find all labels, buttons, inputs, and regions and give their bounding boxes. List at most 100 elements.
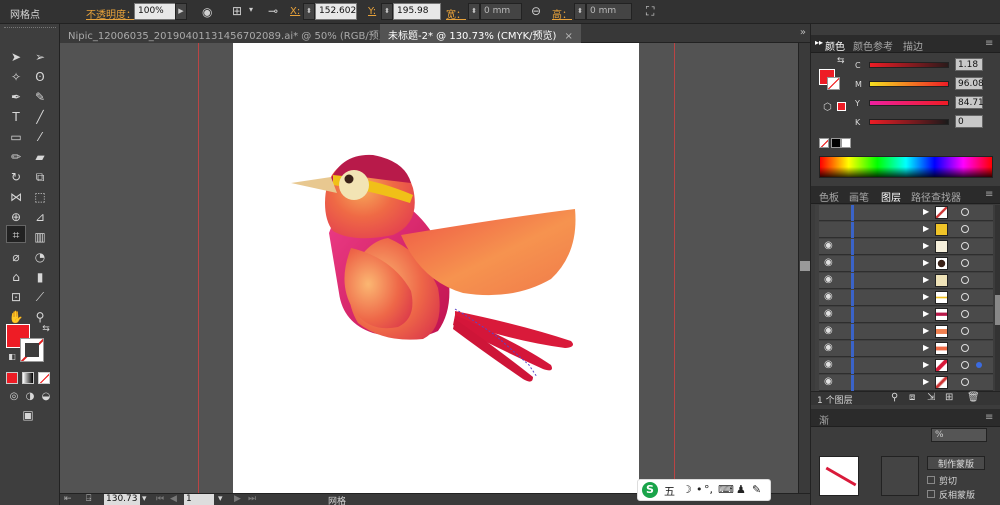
layer-row[interactable]: ◉ ▶ <box>819 358 993 374</box>
tab-stroke[interactable]: 描边 <box>903 38 923 53</box>
stroke-swatch[interactable] <box>20 338 44 362</box>
export-icon[interactable]: ⍈ <box>86 494 91 504</box>
rectangle-tool-icon[interactable]: ▭ <box>6 128 26 146</box>
direct-selection-tool-icon[interactable]: ➢ <box>30 48 50 66</box>
panel-menu-icon[interactable]: ≡ <box>985 38 993 49</box>
opacity-field[interactable]: % <box>931 428 987 442</box>
vertical-scrollbar[interactable] <box>798 43 810 495</box>
visibility-eye-icon[interactable]: ◉ <box>824 257 833 268</box>
object-thumbnail[interactable] <box>819 456 859 496</box>
new-layer-icon[interactable]: ⊞ <box>945 392 953 403</box>
tabs-overflow-icon[interactable]: » <box>800 27 806 38</box>
locate-object-icon[interactable]: ⚲ <box>891 392 898 403</box>
gradient-mode-icon[interactable] <box>22 372 34 384</box>
visibility-eye-icon[interactable]: ◉ <box>824 376 833 387</box>
y-input[interactable]: 195.98 <box>393 3 441 20</box>
ime-logo-icon[interactable]: S <box>642 482 658 498</box>
reference-point-icon[interactable]: ⊸ <box>268 4 278 18</box>
transform-icon[interactable]: ⛶ <box>646 4 654 19</box>
visibility-eye-icon[interactable]: ◉ <box>824 274 833 285</box>
tab-color-guide[interactable]: 颜色参考 <box>853 38 893 53</box>
y-stepper[interactable]: ⬍ <box>381 3 393 20</box>
scrollbar-thumb[interactable] <box>800 261 810 271</box>
swap-icon[interactable]: ⇆ <box>837 56 845 66</box>
toolbox-grip[interactable] <box>4 27 56 30</box>
layer-row[interactable]: ◉ ▶ <box>819 290 993 306</box>
layer-row[interactable]: ▶ <box>819 205 993 221</box>
invert-mask-checkbox[interactable] <box>927 490 935 498</box>
channel-m-input[interactable]: 96.08 <box>955 77 984 90</box>
ime-punct-icon[interactable]: °, <box>704 483 713 496</box>
x-stepper[interactable]: ⬍ <box>303 3 315 20</box>
tab-layers[interactable]: 图层 <box>881 189 901 204</box>
tab-document-1[interactable]: Nipic_12006035_20190401131456702089.ai* … <box>60 24 417 43</box>
visibility-eye-icon[interactable]: ◉ <box>824 240 833 251</box>
visibility-eye-icon[interactable]: ◉ <box>824 342 833 353</box>
magic-wand-tool-icon[interactable]: ✧ <box>6 68 26 86</box>
visibility-eye-icon[interactable]: ◉ <box>824 359 833 370</box>
artboard[interactable] <box>233 43 639 495</box>
artboard-dropdown-icon[interactable]: ▾ <box>218 494 223 504</box>
width-stepper[interactable]: ⬍ <box>468 3 480 20</box>
layers-scrollbar[interactable] <box>995 205 1000 391</box>
symbol-sprayer-tool-icon[interactable]: ⌂ <box>6 268 26 286</box>
transparency-menu-icon[interactable]: ≡ <box>985 412 993 423</box>
width-tool-icon[interactable]: ⋈ <box>6 188 26 206</box>
column-graph-tool-icon[interactable]: ▮ <box>30 268 50 286</box>
constrain-link-icon[interactable]: ⊖ <box>531 4 541 18</box>
layer-row[interactable]: ▶ <box>819 222 993 238</box>
make-mask-button[interactable]: 制作蒙版 <box>927 456 985 470</box>
x-input[interactable]: 152.602 <box>315 3 357 20</box>
zoom-dropdown-icon[interactable]: ▾ <box>142 494 147 504</box>
ime-moon-icon[interactable]: ☽ <box>682 483 692 496</box>
align-icon[interactable]: ⊞ <box>232 4 242 18</box>
free-transform-tool-icon[interactable]: ⬚ <box>30 188 50 206</box>
in-gamut-swatch[interactable] <box>837 102 846 111</box>
layer-row[interactable]: ◉ ▶ <box>819 256 993 272</box>
color-stroke-swatch[interactable] <box>827 77 840 90</box>
channel-c-input[interactable]: 1.18 <box>955 58 983 71</box>
color-mode-icon[interactable] <box>6 372 18 384</box>
visibility-eye-icon[interactable]: ◉ <box>824 291 833 302</box>
out-of-gamut-icon[interactable]: ⬡ <box>823 102 832 113</box>
layers-menu-icon[interactable]: ≡ <box>985 189 993 200</box>
delete-layer-icon[interactable]: 🗑 <box>967 392 980 403</box>
channel-k-slider[interactable] <box>869 119 949 125</box>
ime-dot-icon[interactable]: • <box>696 483 703 496</box>
align-dropdown-icon[interactable]: ▾ <box>249 5 253 14</box>
artboard-tool-icon[interactable]: ⊡ <box>6 288 26 306</box>
last-artboard-icon[interactable]: ⏭ <box>248 494 256 504</box>
bird-tail[interactable] <box>453 311 573 382</box>
width-label[interactable]: 宽： <box>446 6 466 21</box>
tab-color[interactable]: 颜色 <box>825 38 845 53</box>
tab-gradient[interactable]: 渐 <box>819 412 829 427</box>
paintbrush-tool-icon[interactable]: ⁄ <box>30 128 50 146</box>
perspective-grid-tool-icon[interactable]: ⊿ <box>30 208 50 226</box>
visibility-eye-icon[interactable]: ◉ <box>824 325 833 336</box>
pen-tool-icon[interactable]: ✒ <box>6 88 26 106</box>
shape-builder-tool-icon[interactable]: ⊕ <box>6 208 26 226</box>
opacity-dropdown-icon[interactable]: ▶ <box>175 3 187 20</box>
layer-row[interactable]: ◉ ▶ <box>819 341 993 357</box>
layer-row[interactable]: ◉ ▶ <box>819 307 993 323</box>
close-icon[interactable]: × <box>564 31 572 42</box>
lasso-tool-icon[interactable]: ʘ <box>30 68 50 86</box>
bird-illustration[interactable] <box>233 43 639 495</box>
line-tool-icon[interactable]: ╱ <box>30 108 50 126</box>
screen-mode-icon[interactable]: ▣ <box>18 406 38 424</box>
eraser-tool-icon[interactable]: ▰ <box>30 148 50 166</box>
blend-tool-icon[interactable]: ◔ <box>30 248 50 266</box>
height-input[interactable]: 0 mm <box>586 3 632 20</box>
mesh-tool-icon[interactable]: ⌗ <box>6 225 26 243</box>
visibility-eye-icon[interactable]: ◉ <box>824 308 833 319</box>
none-swatch[interactable] <box>819 138 829 148</box>
layer-row[interactable]: ◉ ▶ <box>819 375 993 391</box>
mask-thumbnail[interactable] <box>881 456 919 496</box>
channel-y-slider[interactable] <box>869 100 949 106</box>
black-swatch[interactable] <box>831 138 841 148</box>
white-swatch[interactable] <box>841 138 851 148</box>
channel-m-slider[interactable] <box>869 81 949 87</box>
opacity-input[interactable]: 100% <box>134 3 176 20</box>
tab-swatches[interactable]: 色板 <box>819 189 839 204</box>
slice-tool-icon[interactable]: ⟋ <box>30 288 50 306</box>
